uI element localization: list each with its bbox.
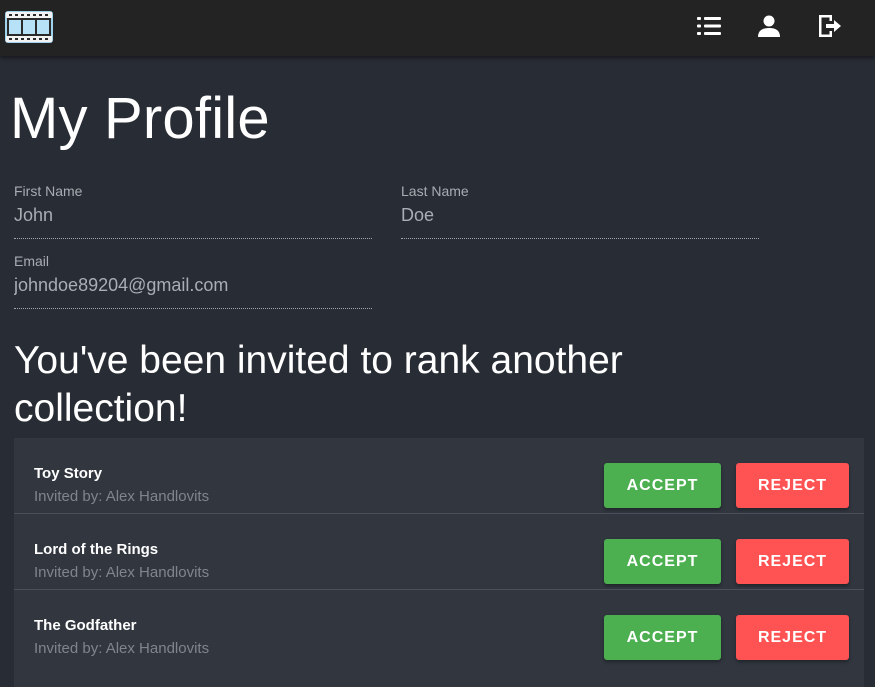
collection-name: The Godfather	[34, 617, 137, 634]
first-name-label: First Name	[14, 183, 83, 199]
invitations-heading: You've been invited to rank another coll…	[14, 339, 623, 430]
reject-button[interactable]: REJECT	[736, 539, 849, 584]
last-name-field[interactable]: Last Name	[401, 183, 759, 239]
film-strip-icon[interactable]	[5, 10, 53, 44]
invitation-list: Toy Story Invited by: Alex Handlovits AC…	[14, 438, 864, 687]
logout-icon[interactable]	[815, 12, 843, 40]
invited-by-text: Invited by: Alex Handlovits	[34, 564, 210, 581]
last-name-input[interactable]	[401, 204, 759, 226]
list-icon[interactable]	[695, 12, 723, 40]
invitation-item: Lord of the Rings Invited by: Alex Handl…	[14, 514, 864, 590]
invitation-item: Toy Story Invited by: Alex Handlovits AC…	[14, 438, 864, 514]
email-label: Email	[14, 253, 50, 269]
invited-by-text: Invited by: Alex Handlovits	[34, 488, 210, 505]
user-icon[interactable]	[755, 12, 783, 40]
reject-button[interactable]: REJECT	[736, 463, 849, 508]
email-field[interactable]: Email	[14, 253, 372, 309]
email-input[interactable]	[14, 274, 372, 296]
top-navigation-bar	[0, 0, 875, 56]
accept-button[interactable]: ACCEPT	[604, 539, 721, 584]
collection-name: Toy Story	[34, 465, 103, 482]
page-title: My Profile	[10, 86, 270, 151]
reject-button[interactable]: REJECT	[736, 615, 849, 660]
first-name-field[interactable]: First Name	[14, 183, 372, 239]
first-name-input[interactable]	[14, 204, 372, 226]
invitation-item: The Godfather Invited by: Alex Handlovit…	[14, 590, 864, 666]
last-name-label: Last Name	[401, 183, 469, 199]
accept-button[interactable]: ACCEPT	[604, 615, 721, 660]
collection-name: Lord of the Rings	[34, 541, 159, 558]
accept-button[interactable]: ACCEPT	[604, 463, 721, 508]
invited-by-text: Invited by: Alex Handlovits	[34, 640, 210, 657]
